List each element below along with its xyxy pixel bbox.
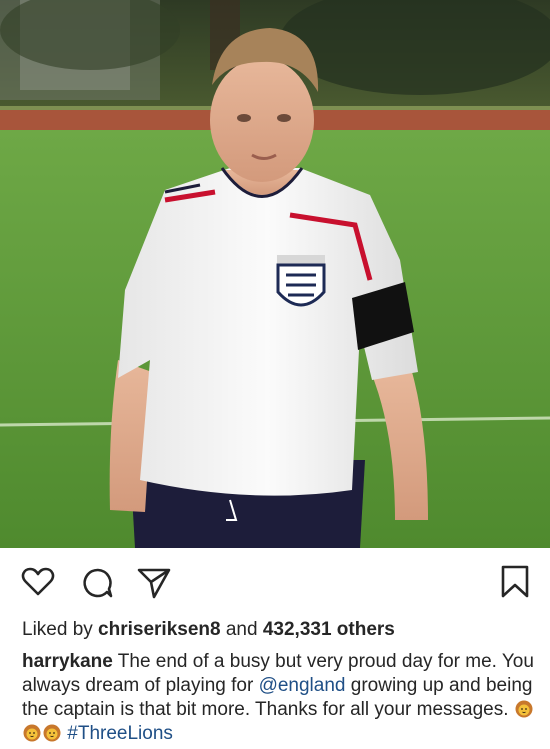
bookmark-outline-icon[interactable] — [500, 565, 530, 604]
post-action-bar — [0, 548, 550, 612]
comment-bubble-icon[interactable] — [82, 567, 114, 604]
caption-hashtag-link[interactable]: #ThreeLions — [67, 723, 173, 744]
likes-summary[interactable]: Liked by chriseriksen8 and 432,331 other… — [22, 618, 395, 642]
likes-middle: and — [220, 619, 263, 640]
post-photo-image — [0, 0, 550, 548]
likes-prefix: Liked by — [22, 619, 99, 640]
liked-by-user-link[interactable]: chriseriksen8 — [98, 619, 221, 640]
lion-face-icon — [43, 724, 61, 742]
post-caption: harrykane The end of a busy but very pro… — [22, 650, 537, 746]
caption-username-link[interactable]: harrykane — [22, 651, 113, 672]
caption-mention-link[interactable]: @england — [259, 675, 346, 696]
paper-plane-icon[interactable] — [137, 567, 171, 604]
post-photo[interactable] — [0, 0, 550, 548]
lion-face-icon — [515, 700, 533, 718]
likes-count-link[interactable]: 432,331 others — [263, 619, 395, 640]
heart-outline-icon[interactable] — [21, 567, 55, 602]
lion-face-icon — [23, 724, 41, 742]
